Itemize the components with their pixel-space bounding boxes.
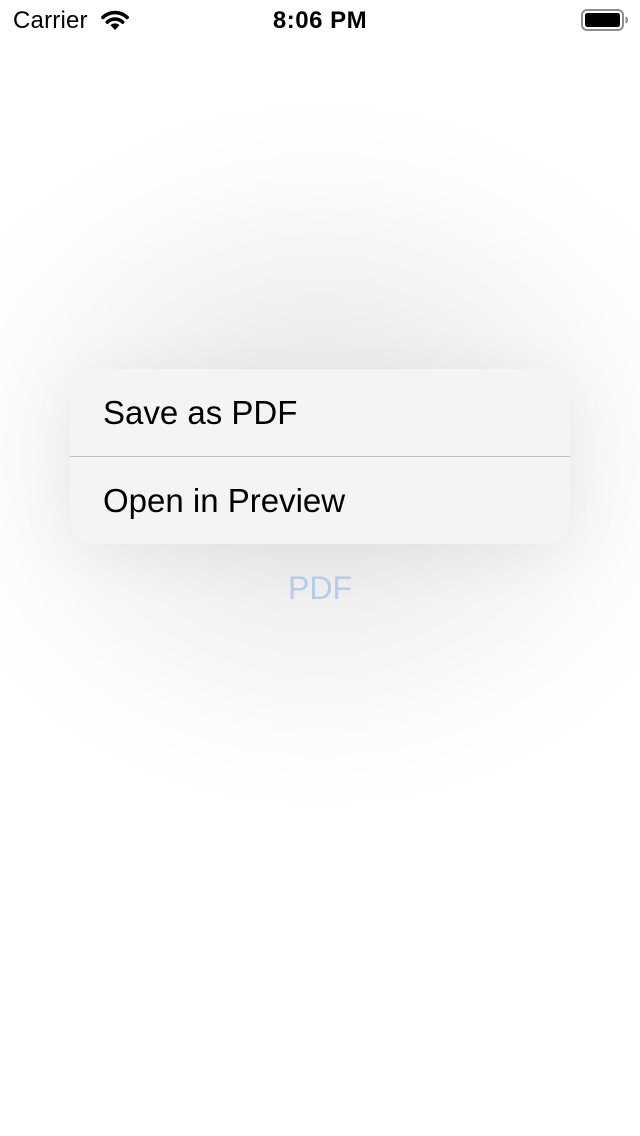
- status-time: 8:06 PM: [272, 7, 368, 34]
- battery-icon: [581, 9, 629, 31]
- save-as-pdf-menu-item[interactable]: Save as PDF: [70, 369, 570, 456]
- open-in-preview-label: Open in Preview: [103, 482, 346, 519]
- open-in-preview-menu-item[interactable]: Open in Preview: [70, 457, 570, 544]
- pdf-button[interactable]: PDF: [220, 566, 420, 610]
- status-bar: Carrier 8:06 PM: [0, 0, 640, 40]
- context-menu: Save as PDF Open in Preview: [70, 369, 570, 544]
- save-as-pdf-label: Save as PDF: [103, 394, 298, 431]
- screen: Carrier 8:06 PM Save as PDF Open in Prev…: [0, 0, 640, 1136]
